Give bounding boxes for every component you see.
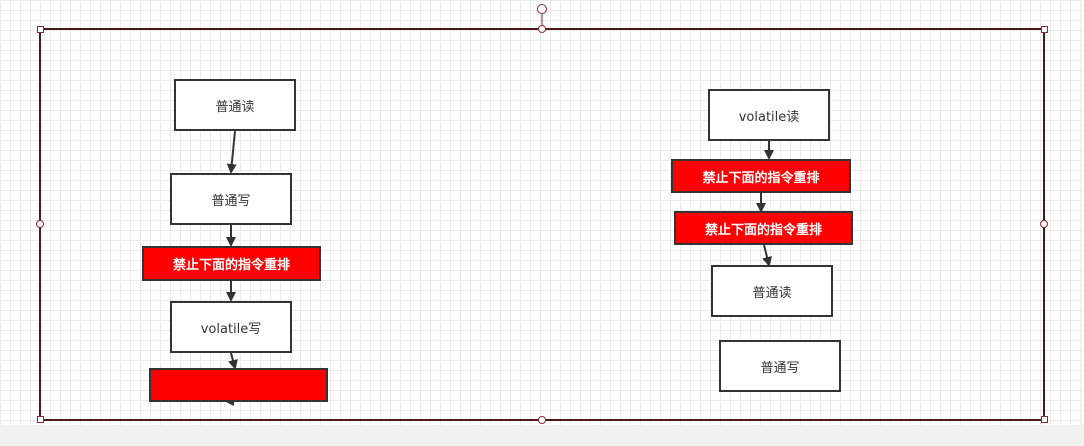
arrow-volatile-write-down[interactable]: [228, 352, 238, 370]
resize-handle-top-right[interactable]: [1041, 26, 1048, 33]
node-barrier-blank[interactable]: [149, 368, 328, 402]
node-normal-write-left[interactable]: 普通写: [170, 173, 292, 225]
resize-handle-bottom-left[interactable]: [37, 416, 44, 423]
node-normal-read-left[interactable]: 普通读: [174, 79, 296, 131]
node-label: 普通读: [752, 285, 792, 301]
node-normal-read-right[interactable]: 普通读: [711, 265, 833, 317]
node-label: 禁止下面的指令重排: [704, 222, 822, 238]
node-label: 普通写: [211, 193, 251, 209]
resize-handle-bottom[interactable]: [538, 416, 546, 424]
node-label: volatile写: [200, 321, 262, 337]
node-barrier-left[interactable]: 禁止下面的指令重排: [142, 246, 321, 281]
node-normal-write-right[interactable]: 普通写: [719, 340, 841, 392]
resize-handle-top-left[interactable]: [37, 26, 44, 33]
diagram-canvas[interactable]: 普通读 普通写 禁止下面的指令重排 volatile写 volatile读 禁止…: [0, 0, 1084, 446]
resize-handle-top[interactable]: [538, 25, 546, 33]
arrow-barrier-2-to-normal-read[interactable]: [762, 244, 772, 267]
node-barrier-right-2[interactable]: 禁止下面的指令重排: [674, 211, 853, 245]
node-label: 禁止下面的指令重排: [702, 170, 820, 186]
node-label: 普通写: [760, 360, 800, 376]
node-label: volatile读: [738, 109, 800, 125]
node-label: 普通读: [215, 99, 255, 115]
node-volatile-read[interactable]: volatile读: [708, 89, 830, 141]
arrow-normal-read-to-normal-write[interactable]: [226, 130, 237, 174]
node-barrier-right-1[interactable]: 禁止下面的指令重排: [671, 159, 851, 193]
resize-handle-left[interactable]: [36, 220, 44, 228]
node-volatile-write[interactable]: volatile写: [170, 301, 292, 353]
resize-handle-bottom-right[interactable]: [1041, 416, 1048, 423]
node-label: 禁止下面的指令重排: [172, 258, 290, 273]
resize-handle-right[interactable]: [1040, 220, 1048, 228]
rotate-handle[interactable]: [537, 4, 547, 14]
